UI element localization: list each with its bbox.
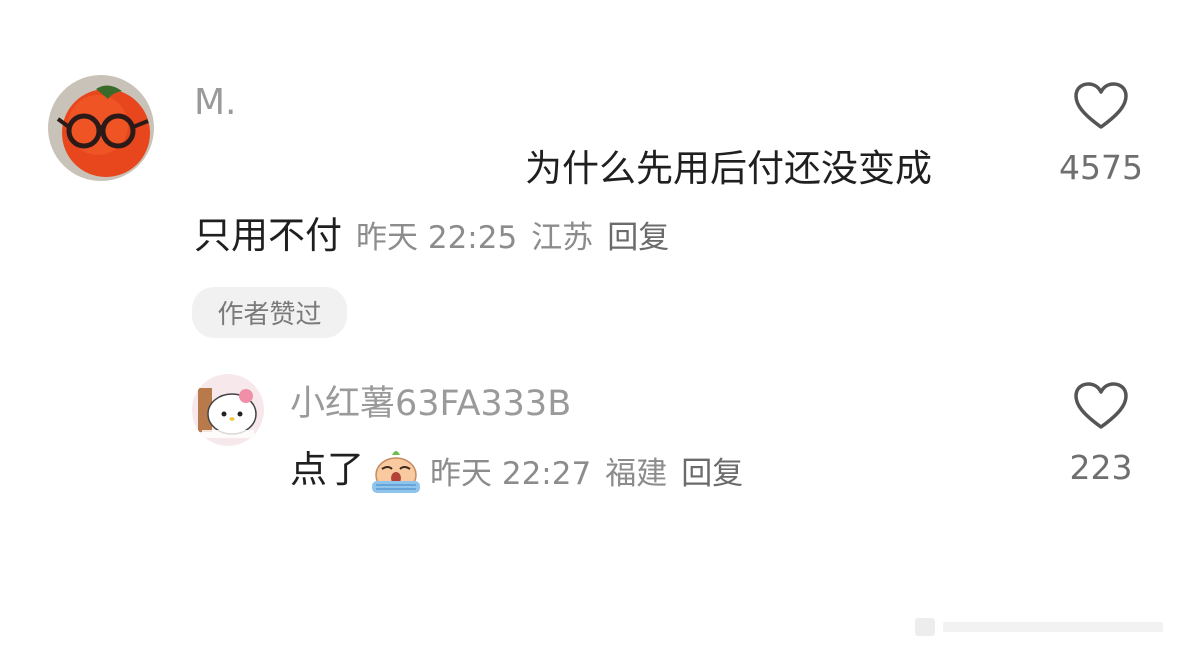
comment-line2: 只用不付 昨天 22:25 江苏 回复 xyxy=(194,212,669,260)
comment-location: 福建 xyxy=(605,455,668,492)
like-button[interactable] xyxy=(1073,381,1129,431)
comment-time: 昨天 22:27 xyxy=(430,455,592,492)
heart-icon xyxy=(1074,82,1128,129)
reply-button[interactable]: 回复 xyxy=(607,212,669,257)
comment-time: 昨天 22:25 xyxy=(356,220,518,256)
like-count: 223 xyxy=(1069,448,1133,487)
badge-label: 作者赞过 xyxy=(217,300,322,330)
comment-line: 点了 昨天 22:27 福建 回复 xyxy=(290,445,743,495)
author-liked-badge: 作者赞过 xyxy=(192,287,347,338)
avatar[interactable] xyxy=(48,75,154,181)
like-button[interactable] xyxy=(1073,81,1129,131)
comment-location: 江苏 xyxy=(531,220,594,256)
avatar-image xyxy=(192,374,264,446)
comment-username[interactable]: 小红薯63FA333B xyxy=(290,381,571,427)
avatar-image xyxy=(48,75,154,181)
comment-text-line2: 只用不付 xyxy=(194,214,342,257)
avatar[interactable] xyxy=(192,374,264,446)
watermark xyxy=(915,612,1170,642)
reply-button[interactable]: 回复 xyxy=(681,448,743,493)
like-count: 4575 xyxy=(1059,148,1143,187)
comment-text-line1: 为什么先用后付还没变成 xyxy=(525,147,932,190)
comment-text: 点了 xyxy=(290,448,364,491)
heart-icon xyxy=(1074,382,1128,429)
comment-username[interactable]: M. xyxy=(194,80,237,126)
crying-emoji-icon xyxy=(368,445,424,495)
